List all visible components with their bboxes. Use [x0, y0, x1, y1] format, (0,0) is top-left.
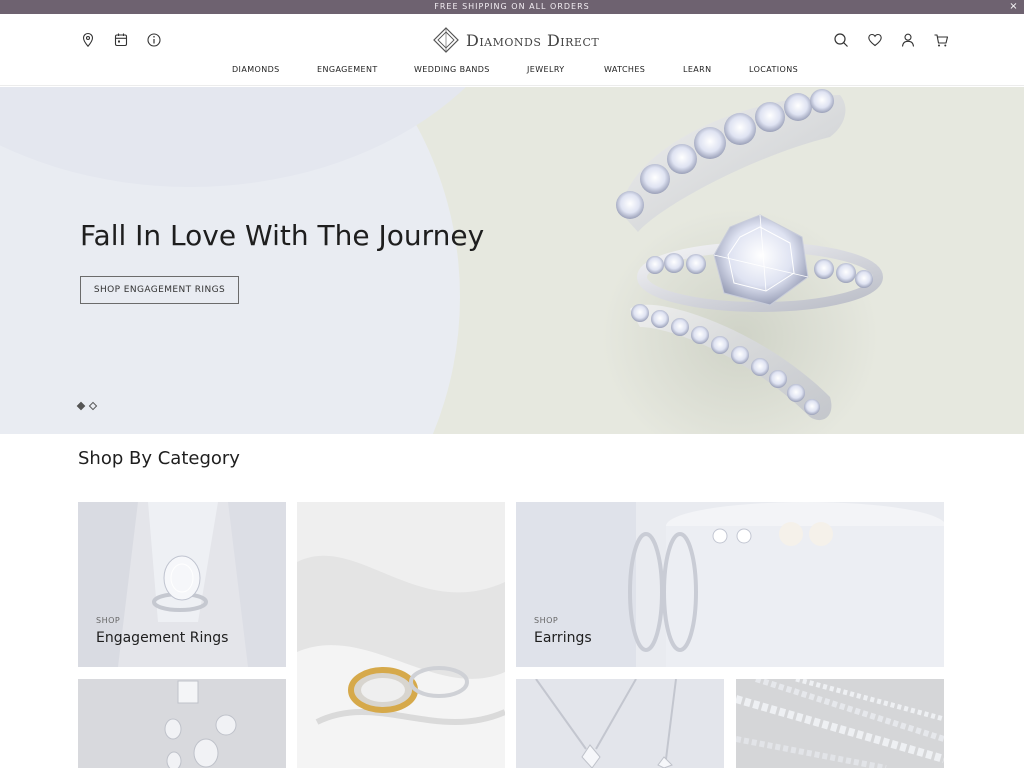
calendar-icon[interactable]: [112, 31, 130, 49]
category-tile-wedding-bands[interactable]: [297, 502, 505, 768]
promo-text: FREE SHIPPING ON ALL ORDERS: [434, 2, 590, 11]
loose-diamonds-image: [78, 679, 286, 768]
close-icon[interactable]: ×: [1008, 0, 1020, 14]
section-title: Shop By Category: [78, 448, 240, 469]
nav-jewelry[interactable]: JEWELRY: [527, 65, 565, 74]
slider-dots: [76, 401, 98, 411]
nav-locations[interactable]: LOCATIONS: [749, 65, 798, 74]
cart-icon[interactable]: [932, 31, 950, 49]
promo-bar: FREE SHIPPING ON ALL ORDERS ×: [0, 0, 1024, 14]
brand-name: Diamonds Direct: [466, 30, 600, 50]
tile-label: Engagement Rings: [96, 630, 229, 646]
tile-kicker: SHOP: [96, 616, 121, 625]
tile-label: Earrings: [534, 630, 592, 646]
slide-dot-2[interactable]: [88, 401, 98, 411]
category-tile-engagement-rings[interactable]: SHOP Engagement Rings: [78, 502, 286, 667]
nav-learn[interactable]: LEARN: [683, 65, 712, 74]
necklaces-image: [516, 679, 724, 768]
hero-banner[interactable]: Fall In Love With The Journey SHOP ENGAG…: [0, 87, 1024, 434]
nav-engagement[interactable]: ENGAGEMENT: [317, 65, 378, 74]
main-nav: DIAMONDS ENGAGEMENT WEDDING BANDS JEWELR…: [0, 65, 1024, 79]
hero-title: Fall In Love With The Journey: [80, 219, 485, 252]
nav-wedding-bands[interactable]: WEDDING BANDS: [414, 65, 490, 74]
category-tile-earrings[interactable]: SHOP Earrings: [516, 502, 944, 667]
nav-diamonds[interactable]: DIAMONDS: [232, 65, 280, 74]
hero-backdrop-shade: [0, 87, 540, 187]
category-tile-bracelets[interactable]: [736, 679, 944, 768]
account-icon[interactable]: [899, 31, 917, 49]
category-tile-diamonds[interactable]: [78, 679, 286, 768]
location-pin-icon[interactable]: [79, 31, 97, 49]
shop-engagement-rings-button[interactable]: SHOP ENGAGEMENT RINGS: [80, 276, 239, 304]
slide-dot-1[interactable]: [76, 401, 86, 411]
hero-rings-image: [616, 89, 883, 421]
diamond-logo-icon: [433, 27, 459, 53]
wedding-bands-image: [297, 502, 505, 768]
heart-icon[interactable]: [866, 31, 884, 49]
site-header: Diamonds Direct DIAMONDS ENGAGEMENT WEDD…: [0, 14, 1024, 86]
tile-kicker: SHOP: [534, 616, 559, 625]
info-icon[interactable]: [145, 31, 163, 49]
search-icon[interactable]: [832, 31, 850, 49]
brand-logo[interactable]: Diamonds Direct: [432, 26, 602, 54]
nav-watches[interactable]: WATCHES: [604, 65, 645, 74]
bracelets-image: [736, 679, 944, 768]
category-tile-necklaces[interactable]: [516, 679, 724, 768]
